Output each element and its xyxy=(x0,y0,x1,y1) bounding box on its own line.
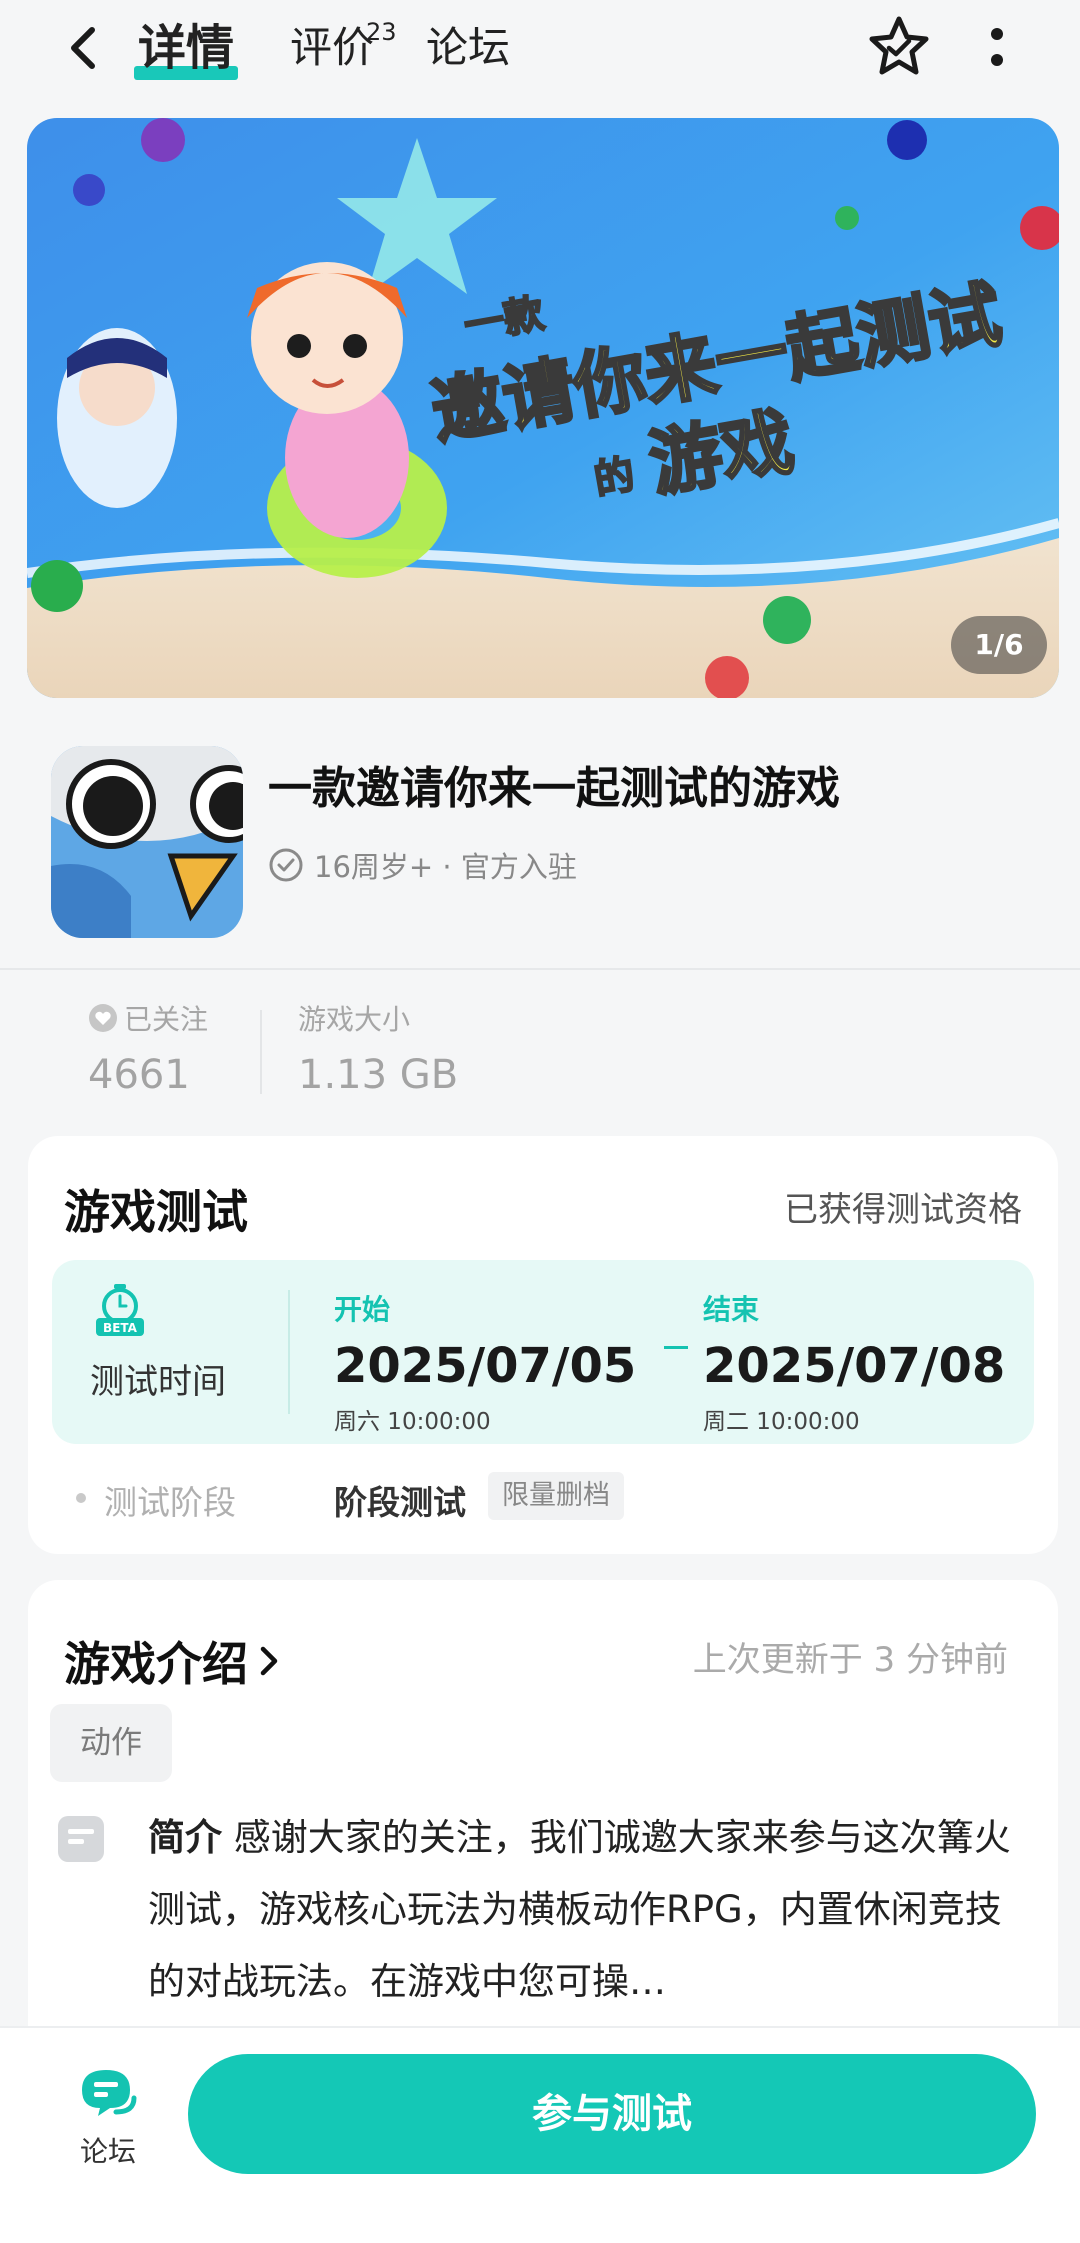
forum-button[interactable]: 论坛 xyxy=(60,2062,156,2192)
end-time: 周二 10:00:00 xyxy=(703,1409,860,1435)
banner-image: 一款 邀请你来一起测试 的 游戏 xyxy=(27,118,1059,698)
top-nav: 详情 评价 23 论坛 xyxy=(0,0,1080,110)
favorite-button[interactable] xyxy=(864,12,934,82)
section-divider xyxy=(0,968,1080,970)
back-button[interactable] xyxy=(56,18,116,78)
reviews-count-badge: 23 xyxy=(366,18,397,46)
age-rating-text: 16周岁+ · 官方入驻 xyxy=(314,850,577,884)
tab-forum[interactable]: 论坛 xyxy=(426,22,510,74)
test-title: 游戏测试 xyxy=(64,1185,248,1239)
join-test-button[interactable]: 参与测试 xyxy=(188,2054,1036,2174)
size-value: 1.13 GB xyxy=(298,1052,459,1098)
start-tag: 开始 xyxy=(334,1293,391,1326)
test-start: 开始 2025/07/05 周六 10:00:00 xyxy=(334,1288,636,1436)
tab-forum-label: 论坛 xyxy=(426,23,511,72)
app-icon xyxy=(51,746,243,938)
test-end: 结束 2025/07/08 周二 10:00:00 xyxy=(703,1288,1005,1436)
tab-reviews-label: 评价 xyxy=(290,23,375,72)
end-tag: 结束 xyxy=(703,1293,760,1326)
follow-stat[interactable]: 已关注 4661 xyxy=(88,998,208,1098)
follow-label: 已关注 xyxy=(124,1003,209,1036)
back-arrow-icon xyxy=(71,27,95,69)
document-icon xyxy=(56,1814,106,1864)
intro-title: 游戏介绍 xyxy=(64,1637,248,1691)
bullet-dot-icon xyxy=(76,1493,86,1503)
phase-label: 测试阶段 xyxy=(104,1483,236,1522)
chevron-right-icon xyxy=(260,1646,278,1676)
genre-tag[interactable]: 动作 xyxy=(50,1704,172,1782)
size-stat: 游戏大小 1.13 GB xyxy=(298,998,458,1098)
start-time: 周六 10:00:00 xyxy=(334,1409,491,1435)
test-box-separator xyxy=(288,1290,290,1414)
favorite-star-icon xyxy=(869,16,929,75)
app-meta: 16周岁+ · 官方入驻 xyxy=(268,844,577,886)
phase-value: 阶段测试 xyxy=(334,1483,466,1522)
summary-label: 简介 xyxy=(148,1816,222,1859)
follow-count: 4661 xyxy=(88,1052,190,1098)
carousel-counter: 1/6 xyxy=(951,616,1047,674)
test-status: 已获得测试资格 xyxy=(784,1190,1022,1230)
summary-body: 感谢大家的关注，我们诚邀大家来参与这次篝火测试，游戏核心玩法为横板动作RPG，内… xyxy=(148,1816,1011,2003)
chat-bubble-icon xyxy=(82,2070,137,2116)
last-updated: 上次更新于 3 分钟前 xyxy=(692,1640,1008,1680)
heart-icon xyxy=(89,1004,117,1032)
stat-separator xyxy=(260,1010,262,1094)
game-test-card: 游戏测试 已获得测试资格 BETA 测试时间 开始 2025/07/05 周六 … xyxy=(28,1136,1058,1554)
svg-text:的: 的 xyxy=(591,452,638,504)
app-title: 一款邀请你来一起测试的游戏 xyxy=(268,763,840,814)
beta-timer-icon: BETA xyxy=(92,1282,148,1338)
bottom-action-bar: 论坛 参与测试 xyxy=(0,2026,1080,2243)
end-date: 2025/07/08 xyxy=(703,1338,1006,1394)
intro-title-link[interactable]: 游戏介绍 xyxy=(64,1628,284,1694)
tab-details[interactable]: 详情 xyxy=(134,20,239,80)
app-icon-image xyxy=(51,746,243,938)
size-label: 游戏大小 xyxy=(298,1003,411,1036)
date-range-arrow-icon xyxy=(664,1346,688,1349)
more-vertical-icon xyxy=(991,28,1003,66)
test-time-label: 测试时间 xyxy=(90,1362,226,1402)
verified-check-icon xyxy=(269,848,303,882)
tab-reviews[interactable]: 评价 23 xyxy=(290,18,397,74)
banner-carousel[interactable]: 一款 邀请你来一起测试 的 游戏 1/6 xyxy=(27,118,1059,698)
start-date: 2025/07/05 xyxy=(334,1338,637,1394)
phase-badge: 限量删档 xyxy=(488,1472,624,1520)
svg-text:BETA: BETA xyxy=(103,1321,138,1335)
summary-text[interactable]: 简介 感谢大家的关注，我们诚邀大家来参与这次篝火测试，游戏核心玩法为横板动作RP… xyxy=(148,1802,1028,2018)
tab-details-label: 详情 xyxy=(138,20,235,76)
forum-label: 论坛 xyxy=(79,2135,136,2168)
more-options-button[interactable] xyxy=(982,20,1012,80)
test-time-box: BETA 测试时间 开始 2025/07/05 周六 10:00:00 结束 2… xyxy=(52,1260,1034,1444)
